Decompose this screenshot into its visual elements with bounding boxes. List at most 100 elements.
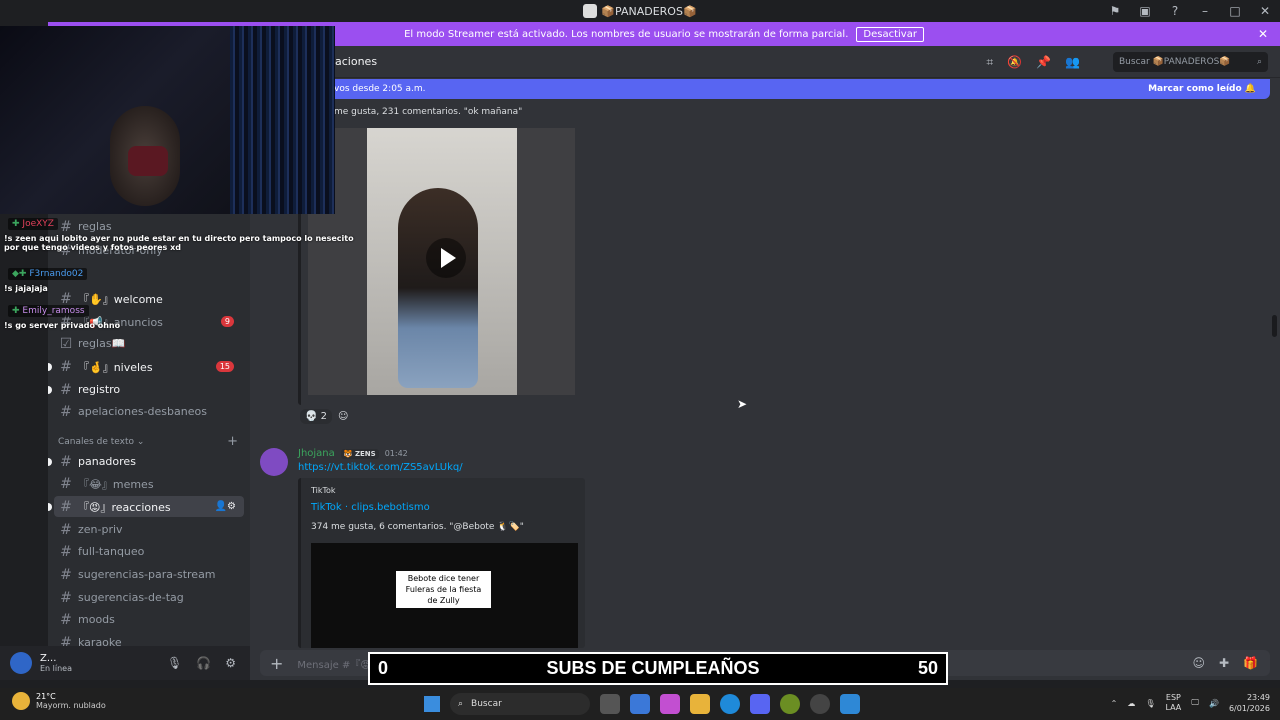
sidebar-item-memes[interactable]: # 『😂』memes — [54, 473, 244, 494]
chat-user-3: Emily_ramoss — [22, 306, 85, 316]
microphone-icon[interactable]: 🎙 — [167, 656, 182, 670]
channel-settings-icon[interactable]: 👤⚙ — [215, 501, 236, 512]
windows-start-icon[interactable] — [424, 696, 440, 712]
hash-icon: # — [60, 498, 72, 515]
sidebar-item-niveles[interactable]: # 『🤞』niveles 15 — [48, 356, 244, 377]
video-thumbnail-subject — [398, 188, 478, 388]
author-name[interactable]: Jhojana — [298, 448, 335, 459]
sidebar-item-full-tanqueo[interactable]: # full-tanqueo — [54, 541, 244, 562]
members-icon[interactable]: 👥 — [1065, 55, 1080, 70]
clock-date: 6/01/2026 — [1228, 704, 1270, 713]
badge-icon: ◆✚ — [12, 269, 27, 279]
embed-title[interactable]: TikTok · clips.bebotismo — [311, 502, 430, 513]
message-author-row: Jhojana 🐯 ZENS 01:42 — [298, 448, 408, 459]
channel-label: sugerencias-para-stream — [78, 568, 216, 581]
header-tools: ⌗ 🔕 📌 👥 — [986, 55, 1080, 70]
close-window-button[interactable]: ✕ — [1250, 4, 1280, 18]
category-text-channels[interactable]: Canales de texto ⌄ — [58, 437, 144, 447]
system-tray: ⌃ ☁ 🎙 ESP LAA 🖵 🔊 23:49 6/01/2026 — [1111, 692, 1270, 714]
new-messages-bar[interactable]: vos desde 2:05 a.m. Marcar como leído 🔔 — [328, 79, 1270, 99]
user-status: En línea — [40, 664, 73, 673]
channel-label: 『🤞』niveles — [78, 360, 153, 374]
search-icon: ⌕ — [1256, 57, 1262, 67]
gift-icon[interactable]: 🎁 — [1243, 656, 1258, 670]
minimize-button[interactable]: – — [1190, 4, 1220, 18]
add-channel-icon[interactable]: + — [227, 434, 238, 449]
pin-icon[interactable]: 📌 — [1036, 55, 1051, 70]
settings-gear-icon[interactable]: ⚙ — [225, 656, 236, 670]
taskbar-search-label: Buscar — [471, 699, 502, 709]
scrollbar[interactable] — [1272, 315, 1277, 337]
unread-dot — [48, 385, 52, 394]
store-icon[interactable] — [630, 694, 650, 714]
sidebar-item-zen-priv[interactable]: # zen-priv — [54, 519, 244, 540]
threads-icon[interactable]: ⌗ — [986, 55, 993, 70]
sidebar-item-reacciones[interactable]: # 『😡』reacciones 👤⚙ — [48, 496, 244, 517]
sidebar-item-registro[interactable]: # registro — [48, 379, 244, 400]
taskbar-search[interactable]: ⌕ Buscar — [450, 693, 590, 715]
video-embed-1[interactable] — [308, 128, 575, 395]
goal-target: 50 — [917, 658, 938, 678]
sidebar-item-karaoke[interactable]: # karaoke — [54, 632, 244, 647]
window-title: 📦PANADEROS📦 — [583, 4, 697, 18]
user-panel: Z... En línea 🎙 🎧 ⚙ — [0, 646, 250, 680]
obs-icon[interactable] — [810, 694, 830, 714]
weather-temp: 21°C — [36, 692, 56, 701]
sidebar-item-panadores[interactable]: # panadores — [48, 451, 244, 472]
avatar[interactable] — [10, 652, 32, 674]
onedrive-icon[interactable]: ☁ — [1127, 699, 1135, 708]
volume-icon[interactable]: 🔊 — [1209, 699, 1219, 708]
edge-icon[interactable] — [720, 694, 740, 714]
mic-tray-icon[interactable]: 🎙 — [1145, 699, 1155, 708]
mention-badge: 15 — [215, 361, 234, 372]
apps-icon[interactable]: ✚ — [1219, 656, 1229, 670]
window-controls: ⚑ ▣ ? – □ ✕ — [1100, 0, 1280, 22]
channel-label: moods — [78, 613, 115, 626]
chat-message-2: !s jajajaja — [4, 284, 48, 293]
clock[interactable]: 23:49 6/01/2026 — [1229, 692, 1270, 714]
message-link[interactable]: https://vt.tiktok.com/ZS5avLUkq/ — [298, 462, 463, 473]
sidebar-item-reglas-book[interactable]: ☑ reglas📖 — [54, 333, 244, 354]
notifications-off-icon[interactable]: 🔕 — [1007, 55, 1022, 70]
channel-label: zen-priv — [78, 523, 123, 536]
guild-tag: 🐯 ZENS — [340, 448, 379, 459]
reaction-skull[interactable]: 💀 2 — [300, 409, 333, 424]
sidebar-item-apelaciones[interactable]: # apelaciones-desbaneos — [54, 401, 244, 422]
help-icon[interactable]: ? — [1160, 4, 1190, 18]
unread-dot — [48, 502, 52, 511]
sidebar-item-sugerencias-tag[interactable]: # sugerencias-de-tag — [54, 587, 244, 608]
unread-dot — [48, 362, 52, 371]
video-embed-2[interactable]: Bebote dice tener Fuleras de la fiesta d… — [311, 543, 578, 648]
close-streamer-bar-icon[interactable]: ✕ — [1258, 27, 1268, 41]
play-icon[interactable] — [426, 238, 466, 278]
emoji-icon[interactable]: ☺ — [1192, 656, 1205, 670]
sidebar-item-sugerencias-stream[interactable]: # sugerencias-para-stream — [54, 564, 244, 585]
file-explorer-icon[interactable] — [690, 694, 710, 714]
disable-streamer-button[interactable]: Desactivar — [856, 26, 924, 42]
language-indicator[interactable]: ESP LAA — [1165, 693, 1181, 713]
chevron-up-icon[interactable]: ⌃ — [1111, 699, 1118, 708]
avatar[interactable] — [260, 448, 288, 476]
headphones-icon[interactable]: 🎧 — [196, 656, 211, 670]
channel-label: reglas — [78, 220, 112, 233]
maximize-button[interactable]: □ — [1220, 4, 1250, 18]
mark-read-button[interactable]: Marcar como leído 🔔 — [1148, 84, 1256, 94]
lang-layout: LAA — [1165, 703, 1182, 712]
lang-code: ESP — [1165, 693, 1181, 702]
discord-icon[interactable] — [750, 694, 770, 714]
app-icon[interactable] — [780, 694, 800, 714]
hash-icon: # — [60, 589, 72, 606]
attach-plus-icon[interactable]: + — [270, 654, 283, 673]
inbox-flag-icon[interactable]: ⚑ — [1100, 4, 1130, 18]
tiktok-embed: TikTok TikTok · clips.bebotismo 374 me g… — [298, 478, 585, 648]
task-view-icon[interactable] — [600, 694, 620, 714]
weather-widget[interactable]: 21°C Mayorm. nublado — [12, 692, 106, 710]
network-icon[interactable]: 🖵 — [1191, 698, 1199, 708]
sidebar-item-moods[interactable]: # moods — [54, 609, 244, 630]
copilot-icon[interactable] — [660, 694, 680, 714]
screen-icon[interactable]: ▣ — [1130, 4, 1160, 18]
search-input[interactable]: Buscar 📦PANADEROS📦 ⌕ — [1113, 52, 1268, 72]
add-reaction-icon[interactable]: ☺ — [338, 411, 348, 422]
goal-current: 0 — [378, 658, 389, 678]
app-icon-2[interactable] — [840, 694, 860, 714]
